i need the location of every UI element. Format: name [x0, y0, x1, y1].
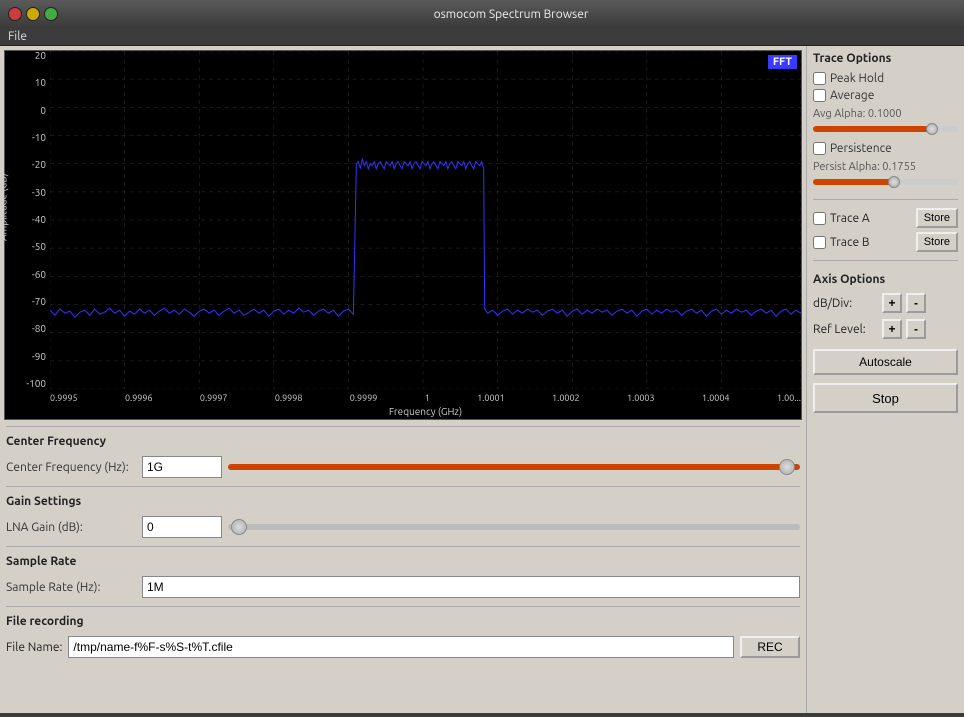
- center-freq-label: Center Frequency (Hz):: [6, 461, 136, 474]
- y-axis-title: Amplitude (dB): [0, 229, 9, 241]
- sample-rate-input[interactable]: [142, 576, 800, 598]
- chart-area: FFT: [50, 51, 801, 389]
- trace-b-checkbox[interactable]: [813, 236, 826, 249]
- persistence-checkbox[interactable]: [813, 142, 826, 155]
- peak-hold-checkbox[interactable]: [813, 72, 826, 85]
- center-freq-row: Center Frequency (Hz):: [6, 456, 800, 478]
- file-name-input[interactable]: [68, 636, 734, 658]
- persist-alpha-slider[interactable]: [813, 179, 958, 185]
- avg-alpha-label: Avg Alpha: 0.1000: [813, 108, 958, 120]
- average-checkbox[interactable]: [813, 89, 826, 102]
- gain-section-title: Gain Settings: [6, 495, 800, 508]
- trace-a-checkbox[interactable]: [813, 212, 826, 225]
- sample-rate-row: Sample Rate (Hz):: [6, 576, 800, 598]
- gain-row: LNA Gain (dB):: [6, 516, 800, 538]
- menubar: File: [0, 28, 964, 46]
- store-a-button[interactable]: Store: [916, 208, 958, 228]
- db-div-minus-button[interactable]: -: [906, 293, 926, 313]
- avg-alpha-thumb: [926, 123, 938, 135]
- persist-alpha-thumb: [888, 176, 900, 188]
- axis-options-title: Axis Options: [813, 273, 958, 286]
- trace-options-title: Trace Options: [813, 52, 958, 65]
- spectrum-svg: [50, 51, 801, 389]
- db-div-plus-button[interactable]: +: [882, 293, 902, 313]
- bottom-controls: Center Frequency Center Frequency (Hz): …: [0, 420, 806, 662]
- minimize-button[interactable]: [26, 7, 40, 21]
- spectrum-panel: 20 10 0 -10 -20 -30 -40 -50 -60 -70 -80 …: [0, 46, 806, 713]
- db-div-row: dB/Div: + -: [813, 293, 958, 313]
- db-div-label: dB/Div:: [813, 297, 878, 310]
- sample-rate-section-title: Sample Rate: [6, 555, 800, 568]
- fft-badge: FFT: [768, 55, 797, 69]
- window-title: osmocom Spectrum Browser: [66, 8, 956, 21]
- avg-alpha-slider[interactable]: [813, 126, 958, 132]
- ref-level-plus-button[interactable]: +: [882, 319, 902, 339]
- right-panel: Trace Options Peak Hold Average Avg Alph…: [806, 46, 964, 713]
- maximize-button[interactable]: [44, 7, 58, 21]
- center-freq-thumb: [779, 459, 795, 475]
- chart-container: 20 10 0 -10 -20 -30 -40 -50 -60 -70 -80 …: [4, 50, 802, 420]
- ref-level-minus-button[interactable]: -: [906, 319, 926, 339]
- file-menu[interactable]: File: [8, 30, 27, 43]
- trace-b-row: Trace B Store: [813, 232, 958, 252]
- titlebar-buttons: [8, 7, 58, 21]
- store-b-button[interactable]: Store: [916, 232, 958, 252]
- close-button[interactable]: [8, 7, 22, 21]
- trace-a-label: Trace A: [830, 212, 870, 225]
- rec-button[interactable]: REC: [740, 636, 800, 658]
- file-name-label: File Name:: [6, 641, 62, 654]
- x-axis-title: Frequency (GHz): [50, 406, 801, 417]
- titlebar: osmocom Spectrum Browser: [0, 0, 964, 28]
- file-recording-row: File Name: REC: [6, 636, 800, 658]
- gain-input[interactable]: [142, 516, 222, 538]
- autoscale-button[interactable]: Autoscale: [813, 349, 958, 375]
- gain-thumb: [231, 519, 247, 535]
- center-freq-slider[interactable]: [228, 464, 800, 470]
- peak-hold-row: Peak Hold: [813, 72, 958, 85]
- ref-level-row: Ref Level: + -: [813, 319, 958, 339]
- trace-a-row: Trace A Store: [813, 208, 958, 228]
- average-row: Average: [813, 89, 958, 102]
- trace-b-label: Trace B: [830, 236, 870, 249]
- y-axis: 20 10 0 -10 -20 -30 -40 -50 -60 -70 -80 …: [5, 51, 50, 389]
- persistence-label: Persistence: [830, 142, 892, 155]
- peak-hold-label: Peak Hold: [830, 72, 884, 85]
- ref-level-label: Ref Level:: [813, 323, 878, 336]
- file-recording-section-title: File recording: [6, 615, 800, 628]
- center-freq-section-title: Center Frequency: [6, 435, 800, 448]
- center-freq-input[interactable]: [142, 456, 222, 478]
- average-label: Average: [830, 89, 874, 102]
- persist-alpha-label: Persist Alpha: 0.1755: [813, 161, 958, 173]
- gain-label: LNA Gain (dB):: [6, 521, 136, 534]
- stop-button[interactable]: Stop: [813, 383, 958, 413]
- sample-rate-label: Sample Rate (Hz):: [6, 581, 136, 594]
- persistence-row: Persistence: [813, 142, 958, 155]
- gain-slider[interactable]: [228, 524, 800, 530]
